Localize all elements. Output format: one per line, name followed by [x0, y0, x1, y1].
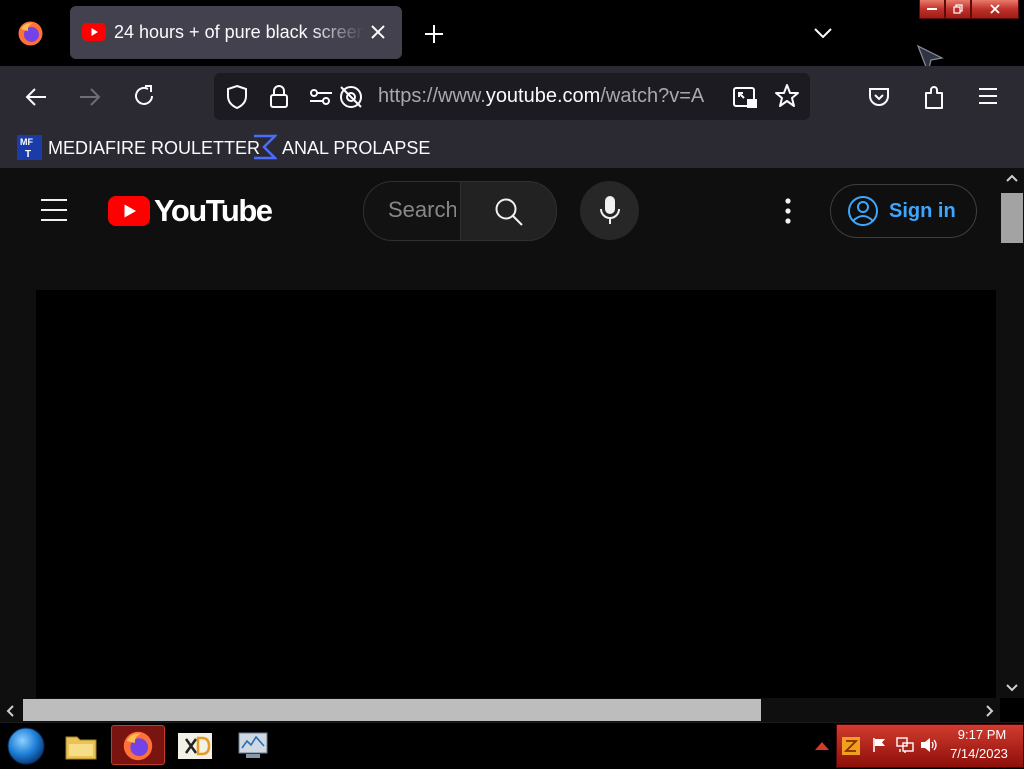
sigma-bookmark-icon — [252, 134, 277, 160]
extensions-icon[interactable] — [922, 84, 948, 110]
pocket-icon[interactable] — [867, 85, 891, 109]
url-suffix: /watch?v=A — [600, 85, 705, 107]
youtube-icon — [82, 23, 106, 41]
clock-time[interactable]: 9:17 PM — [952, 727, 1012, 742]
horizontal-scroll-thumb[interactable] — [23, 699, 761, 721]
mic-icon — [599, 195, 621, 225]
chevron-down-icon[interactable] — [812, 25, 834, 41]
close-icon[interactable] — [370, 24, 386, 40]
start-orb-icon[interactable] — [6, 726, 46, 766]
permissions-icon[interactable] — [308, 86, 334, 108]
youtube-logo[interactable] — [108, 196, 150, 226]
bookmark-anal-prolapse[interactable]: ANAL PROLAPSE — [282, 128, 430, 168]
search-icon — [494, 197, 524, 227]
scroll-right-icon[interactable] — [985, 704, 995, 718]
taskbar-file-explorer[interactable] — [55, 725, 109, 765]
youtube-logo-text: YouTube — [154, 193, 273, 228]
show-hidden-icons[interactable] — [814, 739, 830, 751]
tracking-off-icon[interactable] — [338, 84, 364, 110]
firefox-icon[interactable] — [17, 20, 44, 47]
search-button[interactable] — [460, 181, 557, 241]
bookmark-mediafire-rouletter[interactable]: MEDIAFIRE ROULETTER — [48, 128, 260, 168]
picture-in-picture-icon[interactable] — [731, 84, 759, 110]
video-player[interactable] — [36, 290, 996, 698]
tray-app-icon[interactable] — [842, 737, 860, 755]
xd-app-icon — [178, 733, 212, 759]
back-icon[interactable] — [24, 86, 48, 108]
search-placeholder: Search — [388, 197, 456, 222]
folder-icon — [64, 731, 98, 761]
action-center-flag-icon[interactable] — [872, 737, 888, 753]
user-icon — [847, 195, 879, 227]
window-controls — [919, 0, 1020, 19]
svg-text:T: T — [25, 149, 31, 160]
kebab-icon[interactable] — [784, 197, 792, 225]
minimize-button[interactable] — [919, 0, 945, 19]
vertical-scroll-thumb[interactable] — [1001, 193, 1023, 243]
network-icon[interactable] — [896, 736, 914, 754]
clock-date[interactable]: 7/14/2023 — [945, 746, 1013, 761]
close-window-button[interactable] — [970, 0, 1020, 19]
mediafire-bookmark-icon: MF T — [17, 135, 42, 160]
taskbar-app-monitor[interactable] — [226, 725, 280, 765]
url-domain: youtube.com — [485, 85, 601, 107]
monitor-app-icon — [236, 731, 270, 761]
scroll-down-icon[interactable] — [1005, 683, 1019, 693]
svg-text:MF: MF — [20, 137, 33, 147]
taskbar-firefox[interactable] — [111, 725, 165, 765]
lock-icon[interactable] — [268, 84, 290, 110]
url-text[interactable]: https://www.youtube.com/watch?v=A — [378, 73, 720, 120]
tab-youtube[interactable]: 24 hours + of pure black screen — [70, 6, 402, 59]
forward-icon[interactable] — [78, 86, 102, 108]
menu-icon[interactable] — [977, 86, 999, 106]
sign-in-label: Sign in — [889, 200, 956, 222]
voice-search-button[interactable] — [580, 181, 639, 240]
scroll-left-icon[interactable] — [5, 704, 15, 718]
scroll-up-icon[interactable] — [1005, 173, 1019, 183]
restore-button[interactable] — [944, 0, 971, 19]
url-prefix: https://www. — [378, 85, 486, 107]
volume-icon[interactable] — [920, 737, 938, 753]
vertical-scrollbar[interactable] — [1000, 168, 1024, 698]
shield-icon[interactable] — [225, 84, 249, 110]
reload-icon[interactable] — [132, 84, 156, 108]
hamburger-icon[interactable] — [40, 198, 68, 222]
tab-title-fade — [310, 6, 364, 59]
plus-icon[interactable] — [423, 23, 445, 45]
firefox-taskbar-icon — [122, 730, 154, 762]
taskbar-app-xd[interactable] — [168, 725, 222, 765]
star-icon[interactable] — [774, 83, 800, 109]
